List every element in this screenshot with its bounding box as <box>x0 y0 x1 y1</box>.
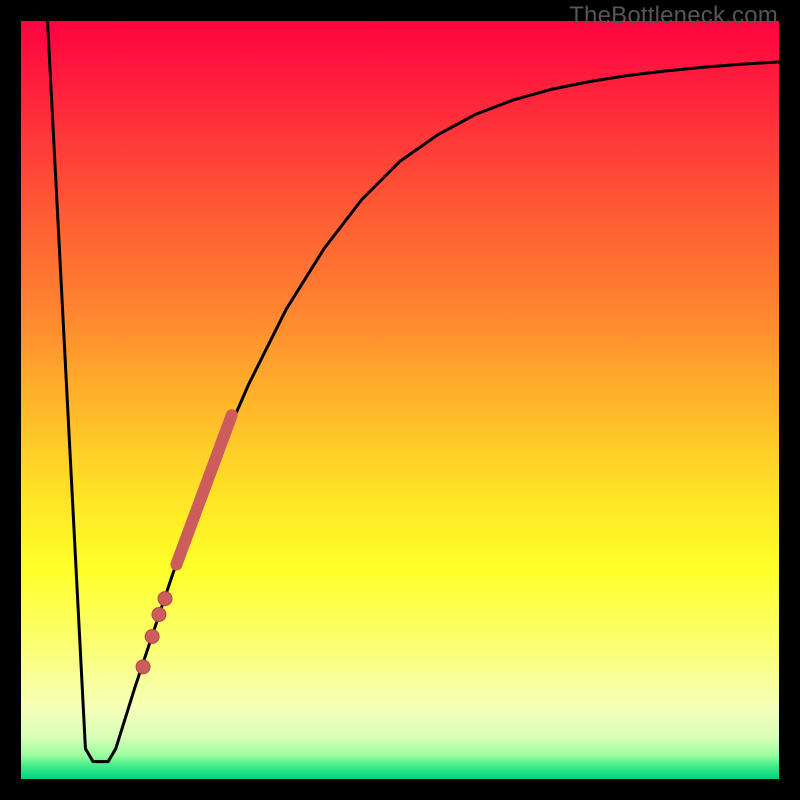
data-dot <box>158 592 172 606</box>
data-dot <box>152 608 166 622</box>
chart-frame: TheBottleneck.com <box>0 0 800 800</box>
watermark-text: TheBottleneck.com <box>569 2 778 30</box>
gradient-background <box>21 21 779 779</box>
data-dot <box>136 660 150 674</box>
plot-svg <box>21 21 779 779</box>
data-dot <box>145 629 159 643</box>
plot-area <box>21 21 779 779</box>
